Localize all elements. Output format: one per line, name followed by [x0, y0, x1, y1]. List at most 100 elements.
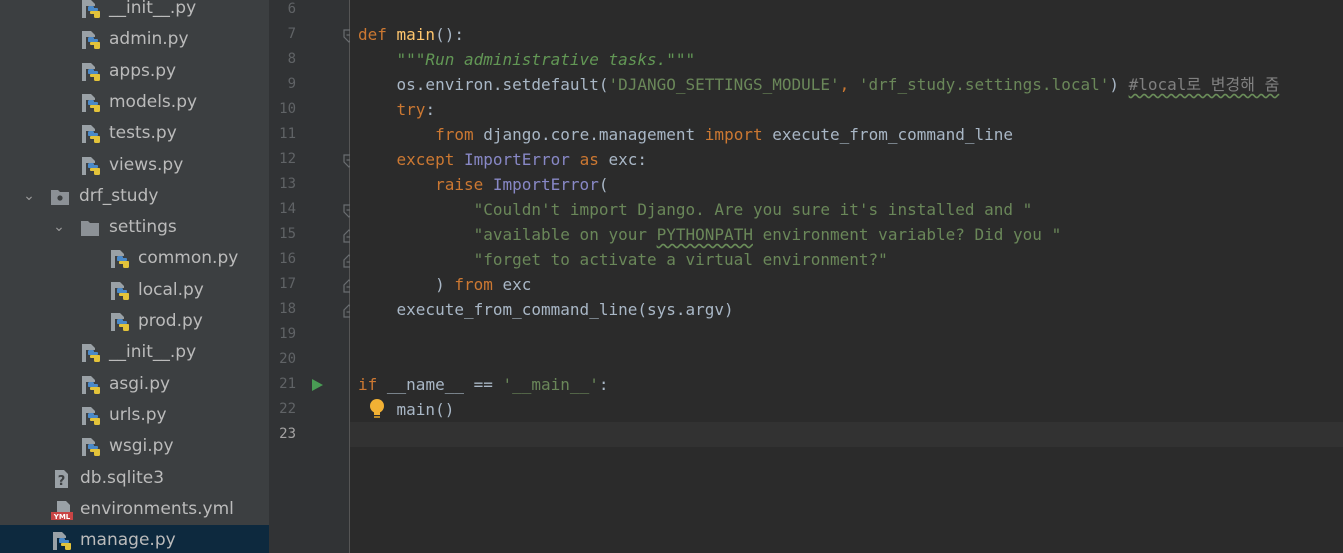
line-number: 6	[287, 1, 296, 17]
code-token: def	[358, 25, 397, 44]
python-file-icon	[80, 437, 100, 457]
line-number: 18	[279, 301, 296, 317]
tree-item[interactable]: ⌄ drf_study	[0, 181, 269, 212]
python-file-icon	[80, 156, 100, 176]
tree-item-label: manage.py	[80, 530, 176, 551]
code-token: (	[598, 175, 609, 194]
line-number: 10	[279, 101, 296, 117]
code-token: import	[704, 125, 773, 144]
tree-item-label: urls.py	[109, 404, 167, 425]
code-line[interactable]: execute_from_command_line(sys.argv)	[358, 297, 734, 322]
code-line[interactable]: def main():	[358, 22, 464, 47]
code-token: 'DJANGO_SETTINGS_MODULE'	[608, 75, 840, 94]
tree-item[interactable]: tests.py	[0, 118, 269, 149]
tree-item-label: tests.py	[109, 123, 177, 144]
code-token: execute_from_command_line	[772, 125, 1014, 144]
run-icon[interactable]	[310, 377, 324, 391]
line-number: 14	[279, 201, 296, 217]
code-token: os.environ.setdefault(	[358, 75, 609, 94]
unknown-file-icon: ?	[51, 469, 71, 489]
code-line[interactable]: if __name__ == '__main__':	[358, 372, 608, 397]
line-number: 11	[279, 126, 296, 142]
tree-item[interactable]: prod.py	[0, 306, 269, 337]
code-line[interactable]: except ImportError as exc:	[358, 147, 647, 172]
code-editor[interactable]: def main(): """Run administrative tasks.…	[350, 0, 1343, 553]
python-file-icon	[109, 312, 129, 332]
python-file-icon	[80, 406, 100, 426]
tree-item[interactable]: admin.py	[0, 24, 269, 55]
tree-item[interactable]: common.py	[0, 243, 269, 274]
code-token: #local로 변경해 줌	[1128, 75, 1280, 94]
tree-item-label: local.py	[138, 279, 204, 300]
python-file-icon	[80, 124, 100, 144]
tree-item[interactable]: ? db.sqlite3	[0, 463, 269, 494]
code-line[interactable]: """Run administrative tasks."""	[358, 47, 696, 72]
code-token: raise	[435, 175, 493, 194]
code-token: )	[358, 275, 455, 294]
tree-item[interactable]: apps.py	[0, 56, 269, 87]
tree-item-label: models.py	[109, 91, 198, 112]
tree-item[interactable]: wsgi.py	[0, 431, 269, 462]
tree-item-label: settings	[109, 217, 177, 238]
line-number: 7	[287, 26, 296, 42]
tree-item[interactable]: urls.py	[0, 400, 269, 431]
tree-item[interactable]: ⌄ settings	[0, 212, 269, 243]
line-number: 20	[279, 351, 296, 367]
line-number: 15	[279, 226, 296, 242]
line-number: 9	[287, 76, 296, 92]
code-token: ():	[435, 25, 464, 44]
code-token: as	[579, 150, 609, 169]
tree-item[interactable]: models.py	[0, 87, 269, 118]
code-line[interactable]: ) from exc	[358, 272, 531, 297]
tree-item-label: __init__.py	[109, 342, 197, 363]
package-folder-icon	[50, 187, 70, 207]
code-line[interactable]: try:	[358, 97, 436, 122]
current-line-highlight	[350, 422, 1343, 447]
tree-item[interactable]: __init__.py	[0, 337, 269, 368]
line-number: 17	[279, 276, 296, 292]
code-line[interactable]: "Couldn't import Django. Are you sure it…	[358, 197, 1033, 222]
tree-item-label: environments.yml	[80, 498, 234, 519]
python-file-icon	[80, 375, 100, 395]
tree-item[interactable]: local.py	[0, 275, 269, 306]
folder-icon	[80, 218, 100, 238]
code-line[interactable]: "available on your PYTHONPATH environmen…	[358, 222, 1062, 247]
line-number: 23	[279, 426, 296, 442]
line-number: 8	[287, 51, 296, 67]
project-tree[interactable]: __init__.py admin.py apps.py models.py tests…	[0, 0, 269, 553]
chevron-down-icon[interactable]: ⌄	[51, 212, 67, 243]
code-token: :	[425, 100, 436, 119]
code-token: )	[1109, 75, 1129, 94]
tree-item[interactable]: __init__.py	[0, 0, 269, 24]
ide-window: __init__.py admin.py apps.py models.py tests…	[0, 0, 1343, 553]
python-file-icon	[80, 30, 100, 50]
python-file-icon	[109, 249, 129, 269]
code-token: PYTHONPATH	[656, 225, 753, 244]
code-token: try	[396, 100, 426, 119]
code-line[interactable]: os.environ.setdefault('DJANGO_SETTINGS_M…	[358, 72, 1280, 97]
code-line[interactable]: "forget to activate a virtual environmen…	[358, 247, 888, 272]
line-number: 19	[279, 326, 296, 342]
code-line[interactable]: from django.core.management import execu…	[358, 122, 1013, 147]
tree-item[interactable]: YML environments.yml	[0, 494, 269, 525]
code-token: if	[358, 375, 387, 394]
code-line[interactable]: raise ImportError(	[358, 172, 608, 197]
tree-item[interactable]: asgi.py	[0, 369, 269, 400]
tree-item[interactable]: manage.py	[0, 525, 269, 553]
python-file-icon	[51, 531, 71, 551]
code-token: except	[396, 150, 464, 169]
code-token: "forget to activate a virtual environmen…	[473, 250, 888, 269]
editor-gutter[interactable]: 6 7 8 9 10 11 12 13 14 15 16 17 18 19 20 21 22 23	[269, 0, 355, 553]
lightbulb-icon[interactable]	[368, 398, 386, 420]
tree-item[interactable]: views.py	[0, 150, 269, 181]
code-token: __name__ ==	[386, 375, 503, 394]
line-number: 21	[279, 376, 296, 392]
chevron-down-icon[interactable]: ⌄	[21, 181, 37, 212]
